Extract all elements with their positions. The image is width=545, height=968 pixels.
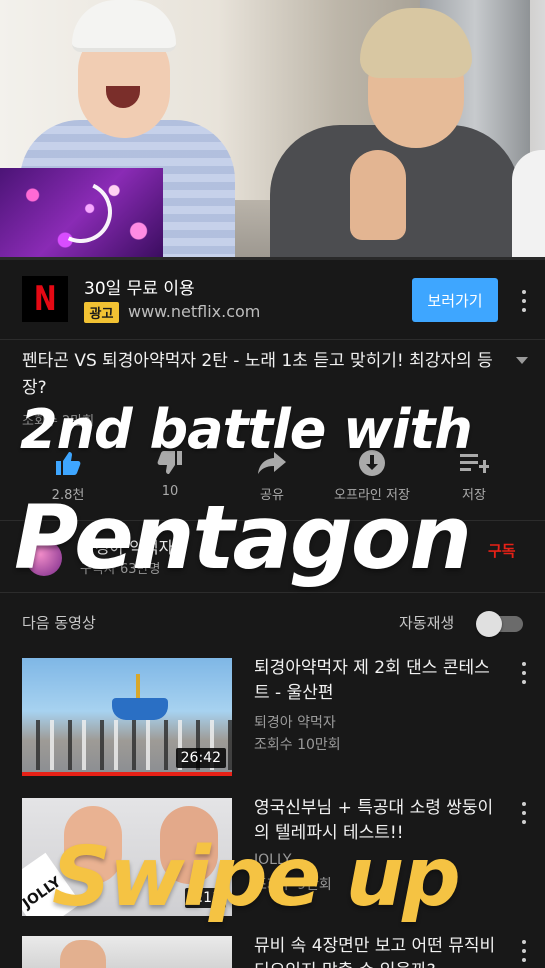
swipe-up-caption[interactable]: Swipe up [52,830,461,925]
video-more-icon[interactable] [521,662,527,684]
recommended-title[interactable]: 뮤비 속 4장면만 보고 어떤 뮤직비디오인지 맞출 수 있을까? [254,934,504,968]
video-player[interactable] [0,0,545,258]
video-duration: 26:42 [175,748,226,768]
ad-badge: 광고 [84,302,119,323]
netflix-logo-letter: N [33,279,57,319]
expand-description-icon[interactable] [516,357,528,364]
story-caption-line-2: Pentagon [14,486,472,589]
netflix-logo-icon: N [22,276,68,322]
autoplay-toggle-knob[interactable] [476,611,502,637]
video-frame-hands [350,150,406,240]
player-progress-bar[interactable] [0,257,545,260]
recommended-views: 조회수 10만회 [254,737,341,753]
video-inset-overlay [0,168,163,258]
recommended-thumbnail[interactable]: 26:42 [22,658,232,776]
watch-progress-bar [22,772,232,776]
subscribe-button[interactable]: 구독 [488,540,516,561]
ad-title: 30일 무료 이용 [84,279,195,299]
video-more-icon[interactable] [521,940,527,962]
thumbnail-ship [112,698,168,720]
ad-url: www.netflix.com [128,302,261,321]
recommended-thumbnail[interactable] [22,936,232,968]
video-more-icon[interactable] [521,802,527,824]
thumbnail-mast [136,674,140,700]
thumbnail-face [60,940,106,968]
divider [0,592,545,593]
ad-cta-button[interactable]: 보러가기 [412,278,498,322]
up-next-label: 다음 동영상 [22,614,96,632]
video-frame-person-edge [512,150,545,258]
ad-more-icon[interactable] [521,290,527,312]
loading-spinner-icon [41,172,121,252]
story-caption-line-1: 2nd battle with [20,398,473,461]
video-title: 펜타곤 VS 퇴경아약먹자 2탄 - 노래 1초 듣고 맞히기! 최강자의 등장… [22,351,493,398]
recommended-title[interactable]: 퇴경아약먹자 제 2회 댄스 콘테스트 - 울산편 [254,656,504,706]
autoplay-label: 자동재생 [399,614,455,632]
recommended-channel: 퇴경아 약먹자 [254,715,336,731]
